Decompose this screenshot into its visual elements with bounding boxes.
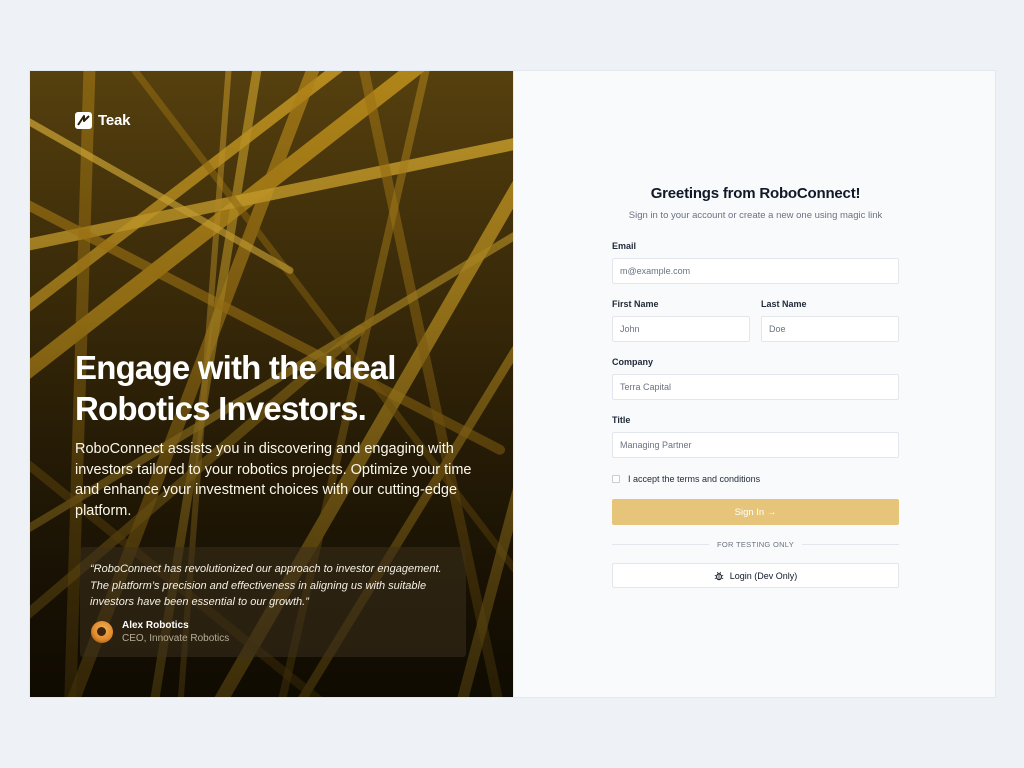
title-field[interactable] (612, 432, 899, 458)
sign-in-button[interactable]: Sign In → (612, 499, 899, 525)
first-name-field[interactable] (612, 316, 750, 342)
bug-icon (714, 571, 724, 581)
divider-label: FOR TESTING ONLY (716, 540, 795, 549)
last-name-field[interactable] (761, 316, 899, 342)
dev-login-button[interactable]: Login (Dev Only) (612, 563, 899, 588)
divider-line-right (802, 544, 899, 545)
signin-form: Greetings from RoboConnect! Sign in to y… (612, 185, 899, 588)
title-label: Title (612, 415, 631, 425)
hero-panel: Teak Engage with the Ideal Robotics Inve… (30, 71, 513, 697)
dev-login-label: Login (Dev Only) (729, 570, 798, 581)
testimonial-author: Alex Robotics CEO, Innovate Robotics (91, 619, 229, 645)
email-group: Email (612, 241, 899, 284)
company-group: Company (612, 357, 899, 400)
author-role: CEO, Innovate Robotics (122, 633, 230, 644)
divider-line-left (612, 544, 709, 545)
brand-logo[interactable]: Teak (75, 112, 130, 129)
first-name-group: First Name (612, 299, 750, 342)
terms-label[interactable]: I accept the terms and conditions (628, 474, 760, 484)
form-subtitle: Sign in to your account or create a new … (628, 210, 883, 221)
form-title: Greetings from RoboConnect! (650, 185, 861, 202)
testimonial-quote: “RoboConnect has revolutionized our appr… (90, 563, 442, 608)
terms-row: I accept the terms and conditions (612, 474, 899, 484)
first-name-label: First Name (612, 299, 659, 309)
testing-divider: FOR TESTING ONLY (612, 540, 899, 549)
last-name-group: Last Name (761, 299, 899, 342)
hero-description: RoboConnect assists you in discovering a… (75, 441, 472, 519)
terms-checkbox[interactable] (612, 475, 620, 483)
last-name-label: Last Name (761, 299, 807, 309)
email-field[interactable] (612, 258, 899, 284)
teak-logo-icon (75, 112, 92, 129)
hero-title: Engage with the Ideal Robotics Investors… (75, 349, 396, 427)
title-group: Title (612, 415, 899, 458)
author-name: Alex Robotics (122, 620, 189, 631)
form-panel: Greetings from RoboConnect! Sign in to y… (513, 71, 995, 697)
avatar (91, 621, 113, 643)
brand-name: Teak (98, 112, 131, 129)
company-field[interactable] (612, 374, 899, 400)
name-row: First Name Last Name (612, 299, 899, 342)
auth-card: Teak Engage with the Ideal Robotics Inve… (29, 70, 996, 698)
email-label: Email (612, 241, 637, 251)
company-label: Company (612, 357, 654, 367)
testimonial-card: “RoboConnect has revolutionized our appr… (80, 547, 466, 657)
